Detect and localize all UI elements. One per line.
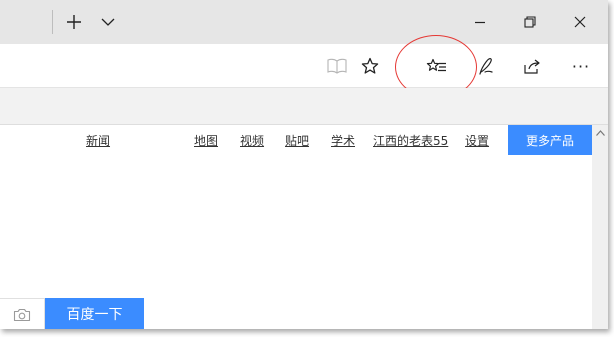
tab-list-button[interactable] [92,6,124,38]
favorites-bar [0,88,608,125]
close-icon [574,16,586,28]
reading-view-button[interactable] [320,49,354,83]
web-note-icon [479,58,493,75]
web-note-button[interactable] [469,49,503,83]
favorite-star-icon [361,57,379,74]
add-favorite-button[interactable] [353,49,387,83]
hub-favorites-button[interactable] [420,49,454,83]
scroll-up-button[interactable] [592,125,608,141]
new-tab-button[interactable] [58,6,90,38]
vertical-scrollbar[interactable] [592,125,608,329]
tab-strip[interactable] [0,0,52,44]
restore-button[interactable] [514,6,546,38]
navigation-toolbar: ··· [0,44,608,88]
more-icon: ··· [571,56,591,76]
baidu-search-button[interactable]: 百度一下 [45,298,144,329]
more-options-button[interactable]: ··· [564,49,598,83]
restore-icon [524,16,536,28]
plus-icon [67,15,81,29]
nav-link-settings[interactable]: 设置 [465,133,489,149]
camera-icon [13,308,31,321]
chevron-up-icon [595,130,605,136]
browser-window: ··· 新闻 地图 视频 贴吧 学术 江西的老表55 设置 更多产品 百度一下 [0,0,608,329]
close-button[interactable] [564,6,596,38]
nav-link-tieba[interactable]: 贴吧 [285,133,309,149]
camera-search-button[interactable] [0,298,45,329]
share-icon [524,59,540,74]
chevron-down-icon [101,18,115,26]
page-viewport: 新闻 地图 视频 贴吧 学术 江西的老表55 设置 更多产品 百度一下 [0,125,592,329]
minimize-button[interactable] [464,6,496,38]
favorites-hub-icon [426,58,446,72]
more-products-button[interactable]: 更多产品 [508,125,592,155]
nav-link-map[interactable]: 地图 [194,133,218,149]
nav-link-news[interactable]: 新闻 [86,133,110,149]
share-button[interactable] [515,49,549,83]
nav-link-video[interactable]: 视频 [240,133,264,149]
title-bar [0,0,608,44]
nav-link-user[interactable]: 江西的老表55 [373,133,448,149]
minimize-icon [475,21,485,24]
nav-link-academic[interactable]: 学术 [331,133,355,149]
reading-view-icon [327,58,347,74]
tab-divider [52,10,53,34]
